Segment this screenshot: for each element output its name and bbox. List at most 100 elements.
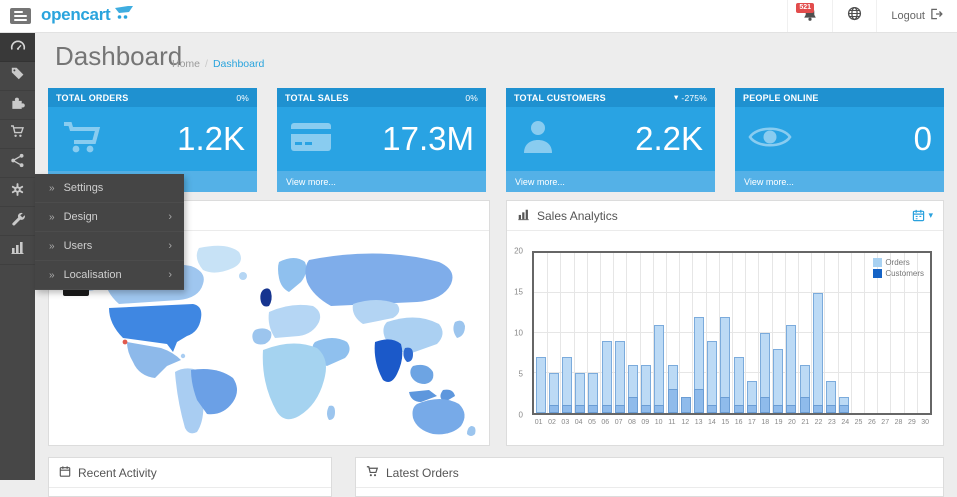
sidebar-item-system[interactable] (0, 178, 35, 207)
sales-analytics-chart: 05101520 Orders Customers 01020304050607… (507, 231, 943, 445)
tile-body: 0 (735, 107, 944, 171)
panel-title: Latest Orders (386, 466, 459, 480)
breadcrumb-home-link[interactable]: Home (172, 58, 200, 70)
chart-bar (773, 405, 783, 413)
cart-icon (60, 117, 106, 162)
tile-value: 2.2K (635, 120, 703, 158)
double-angle-icon: » (49, 270, 55, 281)
caret-down-icon: ▾ (928, 210, 933, 221)
bar-chart-icon (517, 208, 530, 224)
tile-percent: -275% (681, 93, 707, 103)
chart-bar (800, 397, 810, 413)
tile-value: 0 (914, 120, 932, 158)
view-more-link[interactable]: View more... (506, 171, 715, 192)
people-online-tile: PEOPLE ONLINE 0 View more... (735, 88, 944, 192)
chart-bar (760, 397, 770, 413)
tile-value: 17.3M (382, 120, 474, 158)
stores-button[interactable] (832, 0, 876, 32)
logo-cart-icon (114, 5, 134, 25)
notification-badge: 521 (796, 3, 814, 13)
tile-label: TOTAL ORDERS (56, 93, 128, 103)
double-angle-icon: » (49, 212, 55, 223)
user-icon (518, 117, 558, 162)
sales-analytics-header: Sales Analytics ▾ (507, 201, 943, 231)
system-submenu: » Settings » Design › » Users › » Locali… (35, 174, 184, 290)
view-more-link[interactable]: View more... (277, 171, 486, 192)
chart-bar (694, 389, 704, 413)
opencart-logo[interactable]: opencart (41, 5, 134, 25)
eye-icon (747, 121, 793, 158)
chart-bar (813, 293, 823, 413)
date-range-button[interactable]: ▾ (912, 209, 933, 222)
tile-body: 17.3M (277, 107, 486, 171)
chart-bar (588, 405, 598, 413)
tile-percent: 0% (236, 93, 249, 103)
chart-bar (707, 405, 717, 413)
sidebar-item-sales[interactable] (0, 120, 35, 149)
puzzle-icon (10, 95, 25, 115)
logout-button[interactable]: Logout (876, 0, 957, 32)
chart-plot: Orders Customers (532, 251, 932, 415)
chevron-right-icon: › (168, 269, 172, 281)
sidebar-item-reports[interactable] (0, 236, 35, 265)
customers-legend-swatch (873, 269, 882, 278)
bar-chart-icon (10, 240, 25, 260)
chart-bar (747, 405, 757, 413)
submenu-label: Settings (64, 182, 104, 194)
gear-icon (10, 182, 25, 202)
submenu-item-settings[interactable]: » Settings (35, 174, 184, 203)
tile-header: TOTAL CUSTOMERS ▾-275% (506, 88, 715, 107)
panel-title: Sales Analytics (537, 209, 618, 223)
chart-bar (602, 405, 612, 413)
menu-toggle-button[interactable] (10, 8, 31, 24)
submenu-item-localisation[interactable]: » Localisation › (35, 261, 184, 290)
legend-label-orders: Orders (885, 258, 909, 267)
tile-header: PEOPLE ONLINE (735, 88, 944, 107)
view-more-link[interactable]: View more... (735, 171, 944, 192)
sidebar-item-marketing[interactable] (0, 149, 35, 178)
topbar-actions: 521 Logout (787, 0, 957, 32)
latest-orders-header: Latest Orders (356, 458, 943, 488)
submenu-label: Localisation (64, 269, 122, 281)
globe-icon (847, 6, 862, 26)
double-angle-icon: » (49, 183, 55, 194)
latest-orders-panel: Latest Orders (355, 457, 944, 497)
submenu-item-users[interactable]: » Users › (35, 232, 184, 261)
chart-bar (826, 405, 836, 413)
panel-title: Recent Activity (78, 466, 157, 480)
tile-body: 2.2K (506, 107, 715, 171)
chart-bar (786, 405, 796, 413)
chart-bar (575, 405, 585, 413)
caret-down-icon: ▾ (674, 92, 678, 103)
sidebar-item-extensions[interactable] (0, 91, 35, 120)
recent-activity-header: Recent Activity (49, 458, 331, 488)
total-customers-tile: TOTAL CUSTOMERS ▾-275% 2.2K View more... (506, 88, 715, 192)
tile-label: PEOPLE ONLINE (743, 93, 819, 103)
sidebar-item-catalog[interactable] (0, 62, 35, 91)
total-sales-tile: TOTAL SALES 0% 17.3M View more... (277, 88, 486, 192)
chart-bar (786, 325, 796, 413)
submenu-item-design[interactable]: » Design › (35, 203, 184, 232)
sidebar-item-tools[interactable] (0, 207, 35, 236)
sidebar-nav (0, 33, 35, 480)
tile-label: TOTAL SALES (285, 93, 349, 103)
chevron-right-icon: › (168, 211, 172, 223)
chart-bar (602, 341, 612, 413)
chart-bar (536, 357, 546, 413)
sales-analytics-panel: Sales Analytics ▾ 05101520 Orders Custom… (506, 200, 944, 446)
tile-header: TOTAL SALES 0% (277, 88, 486, 107)
tag-icon (10, 66, 25, 86)
chart-bar (707, 341, 717, 413)
submenu-label: Users (64, 240, 93, 252)
chart-bar (654, 325, 664, 413)
notifications-button[interactable]: 521 (787, 0, 832, 32)
breadcrumb-separator: / (205, 58, 208, 70)
chart-bar (562, 405, 572, 413)
chart-y-labels: 05101520 (507, 251, 528, 415)
breadcrumb-current-link[interactable]: Dashboard (213, 58, 264, 70)
sidebar-item-dashboard[interactable] (0, 33, 35, 62)
chart-bar (773, 349, 783, 413)
cart-icon (10, 124, 25, 144)
calendar-icon (59, 465, 71, 481)
orders-legend-swatch (873, 258, 882, 267)
